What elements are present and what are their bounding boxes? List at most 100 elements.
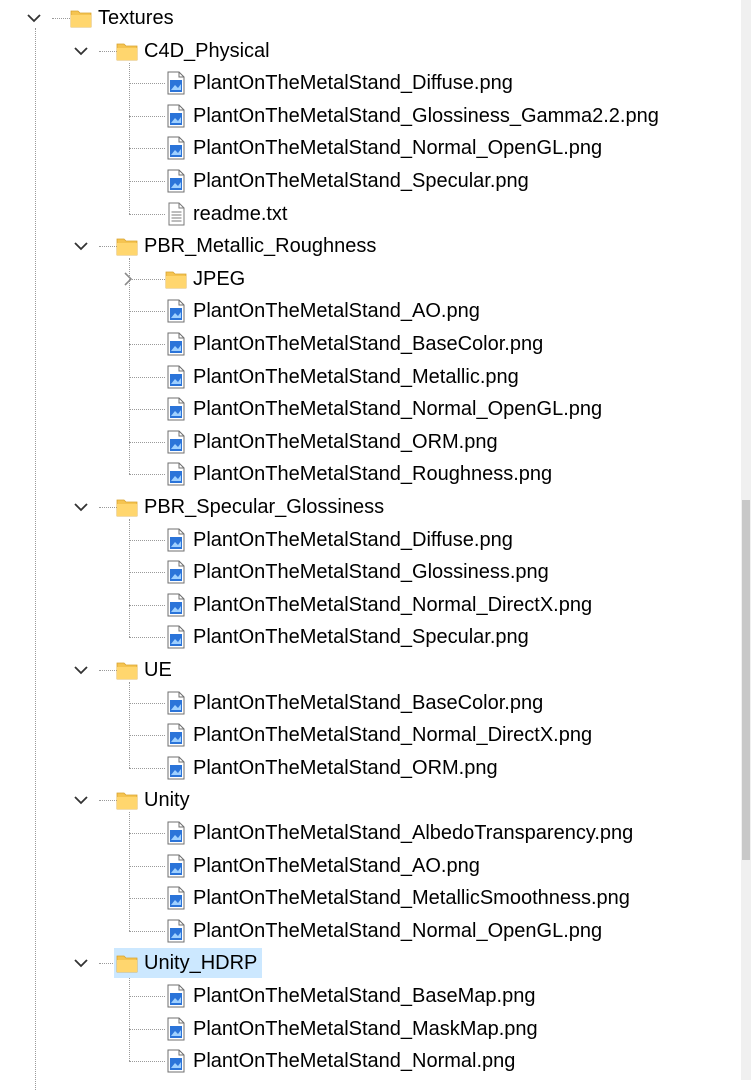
tree-folder-item[interactable]: C4D_Physical [114, 36, 275, 66]
tree-connector-line [35, 28, 36, 1090]
tree-file-item[interactable]: PlantOnTheMetalStand_BaseMap.png [163, 981, 540, 1011]
image-file-icon [163, 103, 189, 129]
tree-connector-line [129, 833, 165, 834]
image-file-icon [163, 885, 189, 911]
tree-connector-line [129, 181, 165, 182]
folder-icon [163, 266, 189, 292]
folder-icon [68, 5, 94, 31]
tree-folder-item[interactable]: JPEG [163, 264, 250, 294]
tree-file-item[interactable]: PlantOnTheMetalStand_Normal_DirectX.png [163, 590, 597, 620]
tree-folder-item[interactable]: UE [114, 655, 177, 685]
tree-connector-line [129, 865, 165, 867]
tree-file-item[interactable]: PlantOnTheMetalStand_Normal_OpenGL.png [163, 133, 607, 163]
scrollbar-thumb[interactable] [742, 500, 750, 860]
tree-file-item[interactable]: PlantOnTheMetalStand_ORM.png [163, 753, 503, 783]
tree-item-label: PlantOnTheMetalStand_Normal_DirectX.png [193, 593, 593, 616]
image-file-icon [163, 820, 189, 846]
tree-folder-item[interactable]: PBR_Metallic_Roughness [114, 231, 381, 261]
tree-file-item[interactable]: PlantOnTheMetalStand_Glossiness_Gamma2.2… [163, 101, 664, 131]
tree-file-item[interactable]: PlantOnTheMetalStand_BaseColor.png [163, 688, 548, 718]
tree-connector-line [129, 376, 165, 378]
tree-item-label: PlantOnTheMetalStand_Glossiness.png [193, 561, 549, 584]
tree-item-label: PlantOnTheMetalStand_Normal.png [193, 1050, 516, 1073]
tree-connector-line [129, 311, 165, 313]
tree-item-label: PBR_Metallic_Roughness [144, 235, 377, 258]
image-file-icon [163, 690, 189, 716]
chevron-down-icon[interactable] [73, 43, 89, 59]
tree-file-item[interactable]: PlantOnTheMetalStand_Specular.png [163, 622, 534, 652]
folder-icon [114, 233, 140, 259]
chevron-down-icon[interactable] [73, 792, 89, 808]
tree-item-label: PlantOnTheMetalStand_BaseColor.png [193, 333, 544, 355]
tree-item-label: PlantOnTheMetalStand_AlbedoTransparency.… [193, 822, 634, 844]
tree-folder-item[interactable]: Unity_HDRP [114, 948, 263, 979]
image-file-icon [163, 396, 189, 422]
tree-file-item[interactable]: PlantOnTheMetalStand_Normal.png [163, 1046, 520, 1076]
folder-icon [114, 494, 140, 520]
tree-file-item[interactable]: PlantOnTheMetalStand_Diffuse.png [163, 525, 518, 555]
tree-file-item[interactable]: PlantOnTheMetalStand_Glossiness.png [163, 557, 554, 587]
tree-connector-line [129, 702, 165, 704]
tree-connector-line [129, 83, 165, 85]
tree-item-label: PlantOnTheMetalStand_BaseMap.png [193, 985, 536, 1007]
image-file-icon [163, 918, 189, 944]
tree-connector-line [129, 344, 165, 345]
chevron-down-icon[interactable] [73, 662, 89, 678]
tree-item-label: PlantOnTheMetalStand_ORM.png [193, 756, 498, 779]
tree-item-label: PlantOnTheMetalStand_Normal_DirectX.png [193, 724, 593, 747]
tree-connector-line [129, 572, 165, 574]
tree-connector-line [129, 474, 165, 476]
chevron-down-icon[interactable] [73, 955, 89, 971]
tree-item-label: JPEG [193, 267, 246, 290]
tree-item-label: UE [144, 659, 172, 681]
tree-connector-line [129, 637, 165, 639]
tree-file-item[interactable]: PlantOnTheMetalStand_Specular.png [163, 166, 534, 196]
tree-item-label: PlantOnTheMetalStand_Diffuse.png [193, 528, 513, 551]
tree-file-item[interactable]: PlantOnTheMetalStand_Normal_DirectX.png [163, 720, 597, 750]
tree-connector-line [129, 767, 165, 769]
vertical-scrollbar[interactable] [741, 0, 751, 1080]
tree-connector-line [129, 62, 130, 214]
tree-item-label: PlantOnTheMetalStand_Roughness.png [193, 463, 553, 486]
tree-item-label: C4D_Physical [144, 39, 270, 62]
tree-item-label: PlantOnTheMetalStand_AO.png [193, 300, 480, 323]
image-file-icon [163, 624, 189, 650]
tree-item-label: PBR_Specular_Glossiness [144, 496, 385, 518]
tree-file-item[interactable]: PlantOnTheMetalStand_Metallic.png [163, 362, 524, 392]
tree-item-label: Textures [98, 7, 174, 29]
tree-file-item[interactable]: PlantOnTheMetalStand_Normal_OpenGL.png [163, 916, 607, 946]
tree-file-item[interactable]: PlantOnTheMetalStand_Diffuse.png [163, 68, 518, 98]
chevron-down-icon[interactable] [73, 499, 89, 515]
text-file-icon [163, 201, 189, 227]
tree-connector-line [129, 519, 130, 638]
tree-item-label: PlantOnTheMetalStand_Specular.png [193, 626, 529, 649]
image-file-icon [163, 298, 189, 324]
chevron-down-icon[interactable] [73, 238, 89, 254]
tree-folder-item[interactable]: Unity [114, 785, 195, 815]
tree-file-item[interactable]: PlantOnTheMetalStand_Normal_OpenGL.png [163, 394, 607, 424]
chevron-down-icon[interactable] [26, 10, 42, 26]
tree-file-item[interactable]: PlantOnTheMetalStand_MetallicSmoothness.… [163, 883, 635, 913]
tree-connector-line [129, 1061, 165, 1063]
image-file-icon [163, 364, 189, 390]
tree-item-label: PlantOnTheMetalStand_Metallic.png [193, 365, 519, 388]
tree-connector-line [129, 441, 165, 443]
tree-item-label: PlantOnTheMetalStand_MaskMap.png [193, 1017, 538, 1040]
tree-item-label: readme.txt [193, 202, 288, 225]
tree-connector-line [129, 812, 130, 931]
chevron-right-icon[interactable] [120, 271, 136, 287]
tree-file-item[interactable]: PlantOnTheMetalStand_MaskMap.png [163, 1014, 543, 1044]
image-file-icon [163, 70, 189, 96]
tree-file-item[interactable]: PlantOnTheMetalStand_AO.png [163, 296, 485, 326]
tree-item-label: PlantOnTheMetalStand_MetallicSmoothness.… [193, 887, 630, 910]
tree-file-item[interactable]: PlantOnTheMetalStand_AlbedoTransparency.… [163, 818, 638, 848]
tree-file-item[interactable]: PlantOnTheMetalStand_AO.png [163, 851, 485, 881]
tree-file-item[interactable]: PlantOnTheMetalStand_Roughness.png [163, 459, 557, 489]
tree-folder-item[interactable]: Textures [68, 3, 179, 33]
tree-file-item[interactable]: readme.txt [163, 199, 292, 229]
folder-tree: Textures C4D_Physical PlantOnTheMetalSta… [0, 0, 741, 1090]
tree-file-item[interactable]: PlantOnTheMetalStand_ORM.png [163, 427, 503, 457]
tree-file-item[interactable]: PlantOnTheMetalStand_BaseColor.png [163, 329, 548, 359]
tree-connector-line [129, 996, 165, 997]
tree-folder-item[interactable]: PBR_Specular_Glossiness [114, 492, 389, 522]
